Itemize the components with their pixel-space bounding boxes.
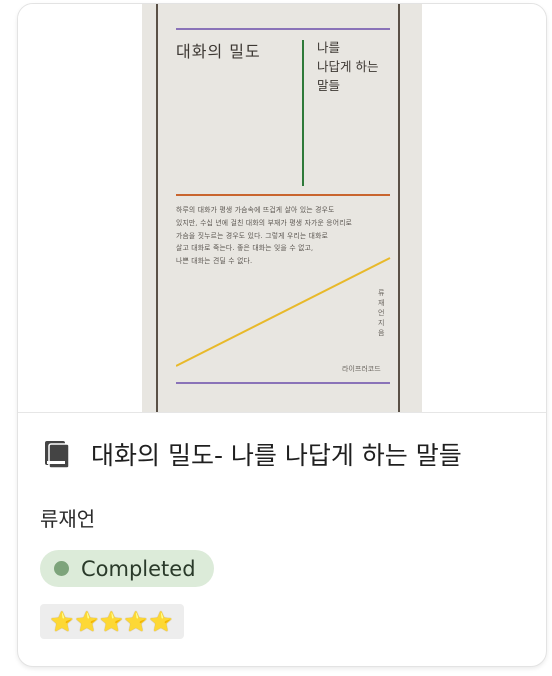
cover-publisher: 라이프러코드 xyxy=(342,365,381,373)
cover-top-stripe xyxy=(176,28,390,30)
book-icon xyxy=(45,441,70,469)
book-card[interactable]: 대화의 밀도 나를 나답게 하는 말들 하루의 대화가 평생 가슴속에 뜨겁게 … xyxy=(17,3,547,667)
cover-yellow-diagonal xyxy=(176,257,391,367)
rating: ⭐⭐⭐⭐⭐ xyxy=(40,604,184,639)
cover-bottom-stripe xyxy=(176,382,390,384)
cover-title: 대화의 밀도 xyxy=(176,42,261,61)
cover-subtitle: 나를 나답게 하는 말들 xyxy=(317,40,379,93)
cover-orange-stripe xyxy=(176,194,390,196)
cover-spine-line-left xyxy=(156,4,158,412)
star-rating-icons: ⭐⭐⭐⭐⭐ xyxy=(50,611,174,633)
book-title[interactable]: 대화의 밀도- 나를 나답게 하는 말들 xyxy=(91,436,462,472)
cover-area: 대화의 밀도 나를 나답게 하는 말들 하루의 대화가 평생 가슴속에 뜨겁게 … xyxy=(18,4,546,413)
book-cover-image[interactable]: 대화의 밀도 나를 나답게 하는 말들 하루의 대화가 평생 가슴속에 뜨겁게 … xyxy=(142,4,422,412)
status-dot-icon xyxy=(54,561,69,576)
title-row: 대화의 밀도- 나를 나답게 하는 말들 xyxy=(42,434,462,474)
cover-spine-line-right xyxy=(398,4,400,412)
status-badge: Completed xyxy=(40,550,214,587)
status-label: Completed xyxy=(81,556,196,581)
cover-author-credit: 류재언 지음 xyxy=(378,289,385,337)
book-author: 류재언 xyxy=(40,507,96,531)
cover-green-divider xyxy=(302,40,304,186)
